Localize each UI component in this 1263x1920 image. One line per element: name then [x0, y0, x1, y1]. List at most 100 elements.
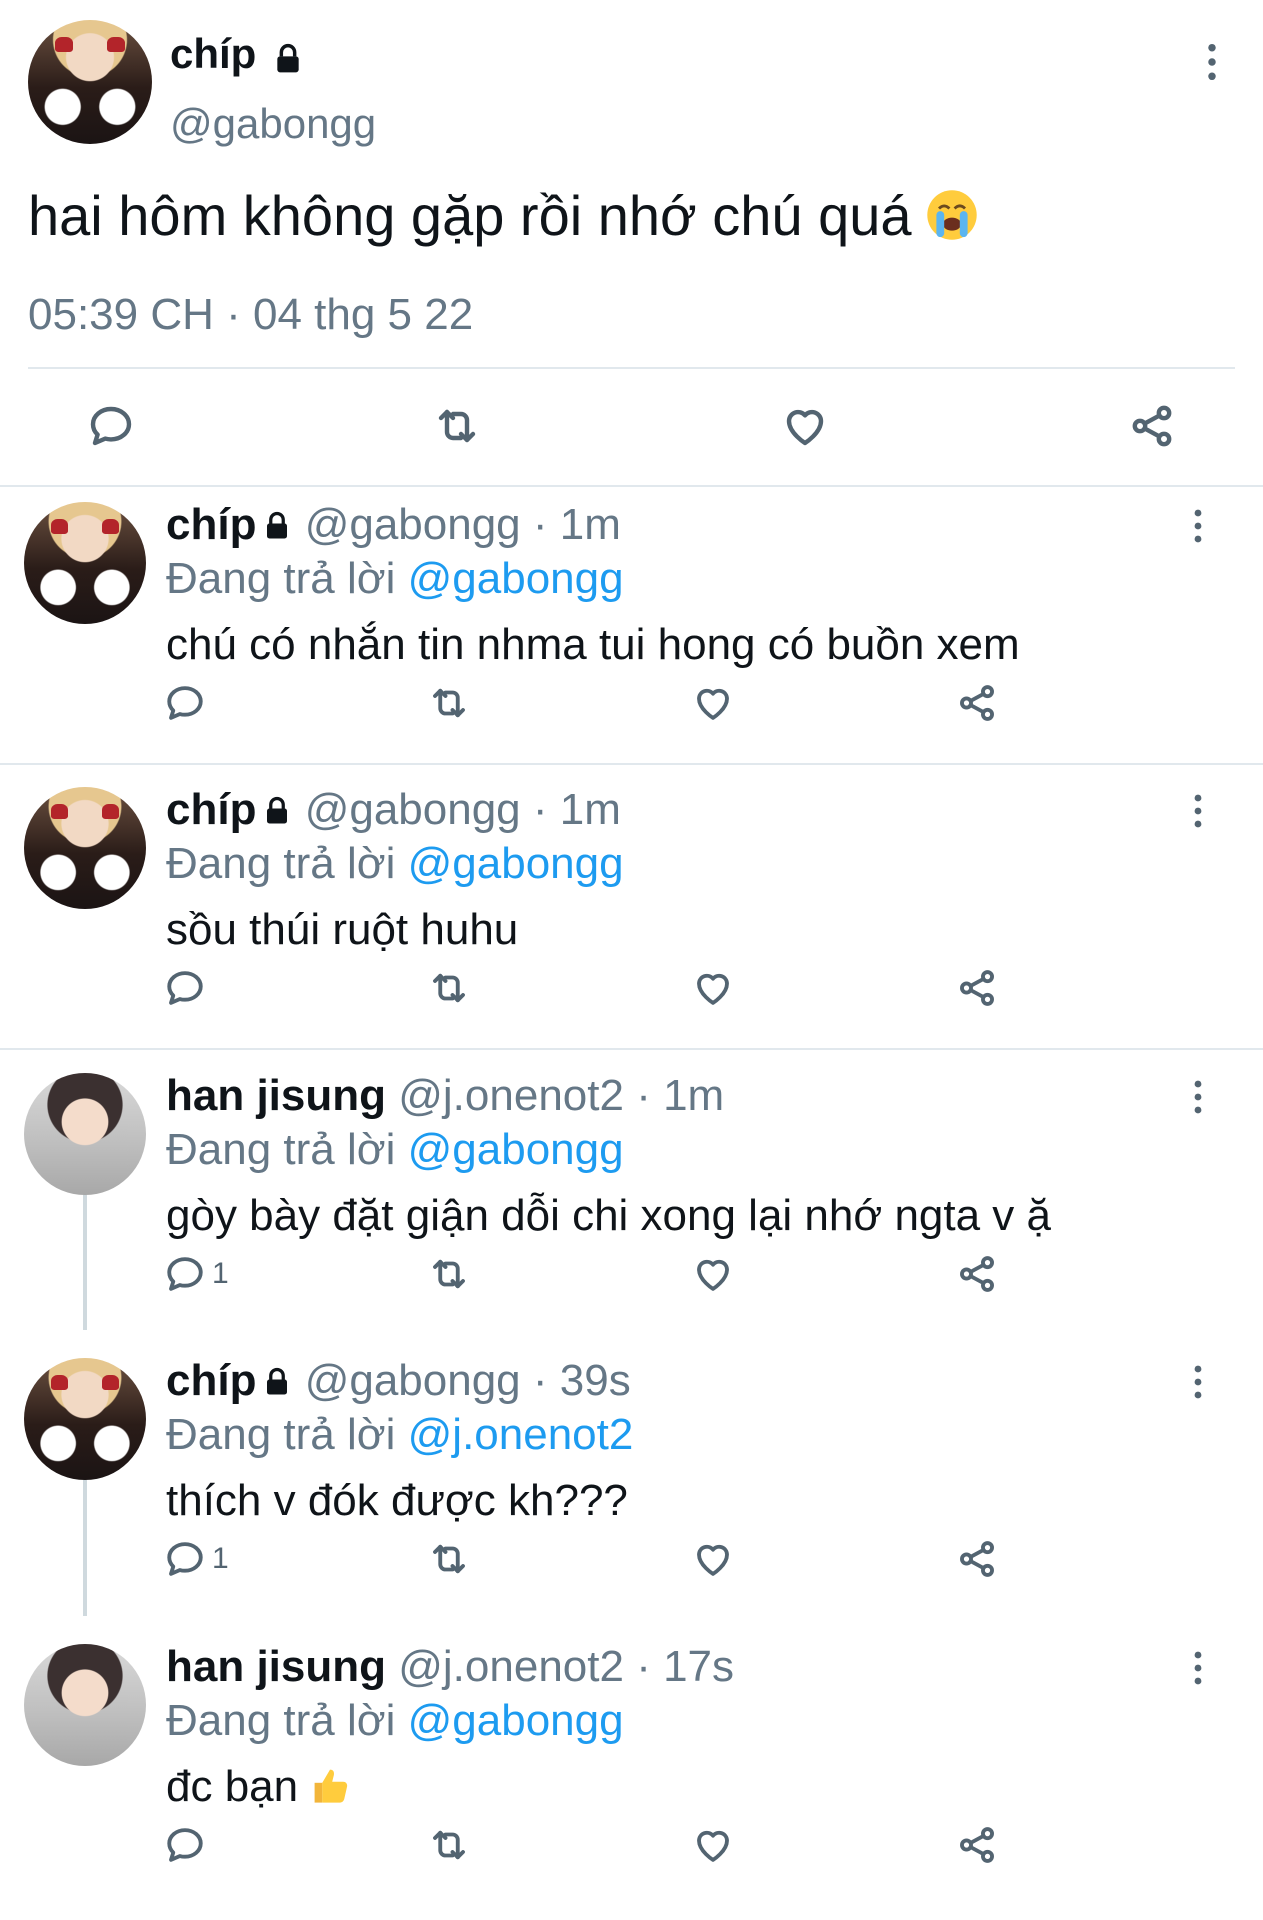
reply-header: chíp @gabongg · 39s: [166, 1354, 631, 1408]
reply-tweet[interactable]: han jisung @j.onenot2 · 17s Đang trả lời…: [0, 1628, 1263, 1904]
replying-to: Đang trả lời @gabongg: [166, 552, 624, 606]
replying-to-link[interactable]: @j.onenot2: [408, 1410, 634, 1459]
avatar[interactable]: [28, 20, 152, 144]
lock-icon: [272, 43, 304, 75]
author-name[interactable]: chíp: [170, 28, 256, 80]
like-icon[interactable]: [692, 1824, 734, 1866]
author-handle[interactable]: @gabongg: [170, 98, 376, 150]
reply-tweet[interactable]: chíp @gabongg · 1m Đang trả lời @gabongg…: [0, 771, 1263, 1047]
retweet-icon[interactable]: [433, 402, 481, 450]
like-icon[interactable]: [692, 682, 734, 724]
reply-header: chíp @gabongg · 1m: [166, 498, 621, 552]
reply-tweet[interactable]: han jisung @j.onenot2 · 1m Đang trả lời …: [0, 1057, 1263, 1333]
reply-text: thích v đók được kh???: [166, 1476, 628, 1525]
action-bar: [0, 1824, 1263, 1874]
thumbs-up-emoji-icon: [308, 1763, 352, 1807]
reply-text: đc bạn: [166, 1760, 352, 1814]
replying-label: Đang trả lời: [166, 1696, 396, 1745]
lock-icon: [262, 500, 292, 539]
author-name[interactable]: chíp: [166, 500, 256, 549]
tweet-text: hai hôm không gặp rồi nhớ chú quá: [28, 182, 978, 250]
avatar[interactable]: [24, 502, 146, 624]
author-handle[interactable]: @gabongg: [305, 1356, 521, 1405]
more-options-icon[interactable]: [1188, 1648, 1208, 1688]
more-options-icon[interactable]: [1188, 1362, 1208, 1402]
reply-text: sồu thúi ruột huhu: [166, 905, 519, 954]
more-options-icon[interactable]: [1188, 791, 1208, 831]
divider: [0, 1048, 1263, 1050]
separator-dot: ·: [532, 500, 548, 549]
retweet-icon[interactable]: [428, 682, 470, 724]
reply-text: chú có nhắn tin nhma tui hong có buồn xe…: [166, 620, 1020, 669]
reply-icon[interactable]: [164, 1253, 206, 1295]
replying-to: Đang trả lời @gabongg: [166, 837, 624, 891]
share-icon[interactable]: [956, 967, 998, 1009]
avatar[interactable]: [24, 1358, 146, 1480]
separator-dot: ·: [636, 1071, 651, 1120]
like-icon[interactable]: [692, 967, 734, 1009]
author-handle[interactable]: @j.onenot2: [398, 1642, 624, 1691]
share-icon[interactable]: [956, 1824, 998, 1866]
author-name[interactable]: chíp: [166, 785, 256, 834]
retweet-icon[interactable]: [428, 1253, 470, 1295]
author-name[interactable]: chíp: [166, 1356, 256, 1405]
lock-icon: [262, 785, 292, 824]
avatar[interactable]: [24, 787, 146, 909]
reply-count: 1: [212, 1257, 229, 1290]
reply-header: han jisung @j.onenot2 · 1m: [166, 1069, 724, 1123]
reply-time[interactable]: 1m: [560, 785, 621, 834]
reply-header: han jisung @j.onenot2 · 17s: [166, 1640, 734, 1694]
reply-count: 1: [212, 1542, 229, 1575]
retweet-icon[interactable]: [428, 967, 470, 1009]
author-name[interactable]: han jisung: [166, 1642, 386, 1691]
retweet-icon[interactable]: [428, 1824, 470, 1866]
action-bar: 1: [0, 1538, 1263, 1588]
replying-label: Đang trả lời: [166, 1410, 396, 1459]
divider: [0, 763, 1263, 765]
author-handle[interactable]: @j.onenot2: [398, 1071, 624, 1120]
tweet-timestamp[interactable]: 05:39 CH · 04 thg 5 22: [28, 288, 473, 342]
reply-icon[interactable]: [164, 967, 206, 1009]
separator-dot: ·: [532, 1356, 548, 1405]
tweet-text-content: hai hôm không gặp rồi nhớ chú quá: [28, 184, 912, 247]
reply-icon[interactable]: [164, 682, 206, 724]
avatar[interactable]: [24, 1073, 146, 1195]
replying-to: Đang trả lời @j.onenot2: [166, 1408, 633, 1462]
action-bar: 1: [0, 1253, 1263, 1303]
share-icon[interactable]: [956, 682, 998, 724]
author-name[interactable]: han jisung: [166, 1071, 386, 1120]
action-bar: [0, 967, 1263, 1017]
more-options-icon[interactable]: [1200, 40, 1224, 84]
more-options-icon[interactable]: [1188, 506, 1208, 546]
share-icon[interactable]: [956, 1538, 998, 1580]
reply-time[interactable]: 1m: [663, 1071, 724, 1120]
like-icon[interactable]: [781, 402, 829, 450]
action-bar: [0, 682, 1263, 732]
separator-dot: ·: [636, 1642, 651, 1691]
replying-to-link[interactable]: @gabongg: [408, 1696, 624, 1745]
like-icon[interactable]: [692, 1538, 734, 1580]
replying-to-link[interactable]: @gabongg: [408, 839, 624, 888]
reply-time[interactable]: 17s: [663, 1642, 734, 1691]
reply-tweet[interactable]: chíp @gabongg · 1m Đang trả lời @gabongg…: [0, 486, 1263, 762]
replying-to-link[interactable]: @gabongg: [408, 1125, 624, 1174]
reply-header: chíp @gabongg · 1m: [166, 783, 621, 837]
more-options-icon[interactable]: [1188, 1077, 1208, 1117]
author-handle[interactable]: @gabongg: [305, 785, 521, 834]
author-handle[interactable]: @gabongg: [305, 500, 521, 549]
share-icon[interactable]: [956, 1253, 998, 1295]
replying-to-link[interactable]: @gabongg: [408, 554, 624, 603]
reply-icon[interactable]: [164, 1538, 206, 1580]
share-icon[interactable]: [1128, 402, 1176, 450]
reply-tweet[interactable]: chíp @gabongg · 39s Đang trả lời @j.onen…: [0, 1342, 1263, 1618]
retweet-icon[interactable]: [428, 1538, 470, 1580]
reply-time[interactable]: 39s: [560, 1356, 631, 1405]
like-icon[interactable]: [692, 1253, 734, 1295]
reply-icon[interactable]: [164, 1824, 206, 1866]
loudly-crying-emoji-icon: [926, 188, 978, 240]
main-tweet: chíp @gabongg hai hôm không gặp rồi nhớ …: [0, 0, 1263, 487]
reply-icon[interactable]: [87, 402, 135, 450]
reply-time[interactable]: 1m: [560, 500, 621, 549]
lock-icon: [262, 1356, 292, 1395]
avatar[interactable]: [24, 1644, 146, 1766]
